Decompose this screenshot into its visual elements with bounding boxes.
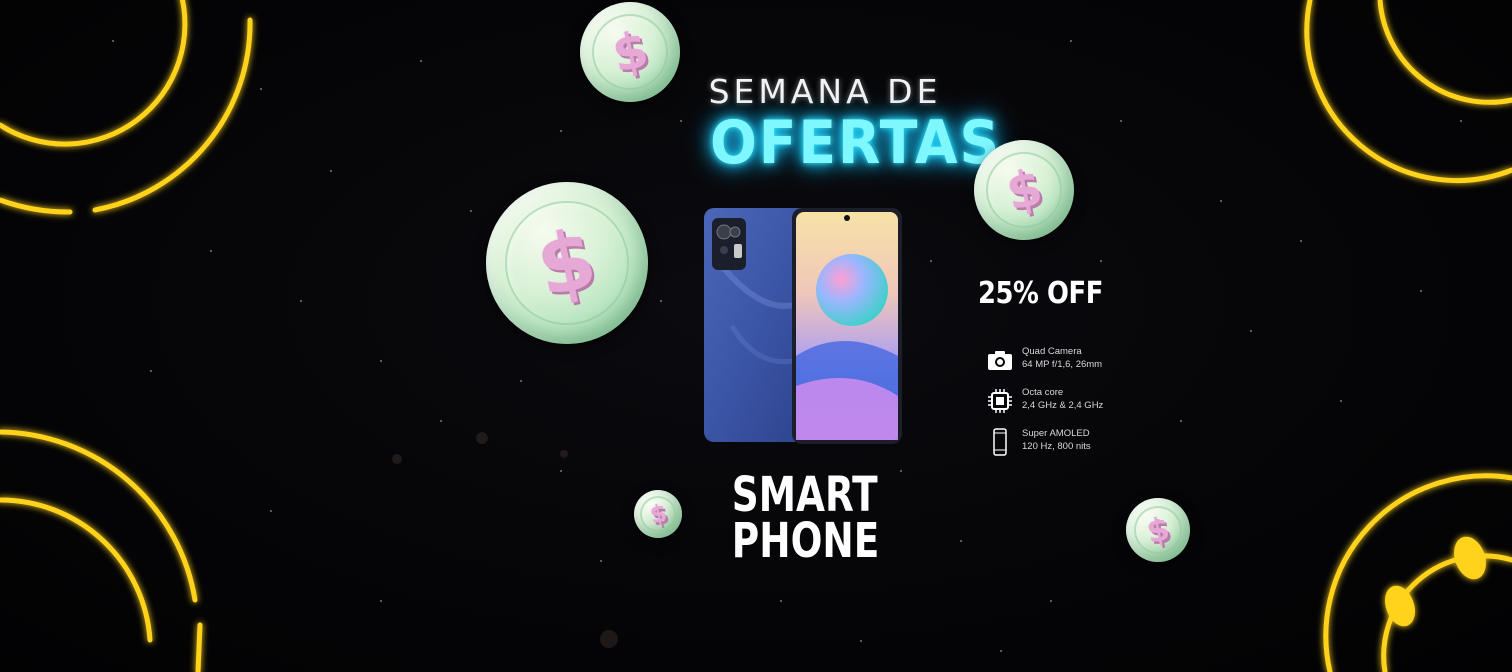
coin-icon: $ [580,2,680,102]
smartphone-outline-icon [993,428,1007,456]
spec-line: 2,4 GHz & 2,4 GHz [1022,400,1104,411]
product-title-line: SMART [731,467,878,523]
coin-icon: $ [974,140,1074,240]
headline-ofertas: OFERTAS [710,108,1002,178]
spec-item-display: Super AMOLED 120 Hz, 800 nits [986,426,1146,467]
spec-item-processor: Octa core 2,4 GHz & 2,4 GHz [986,385,1146,426]
coin-icon: $ [486,182,648,344]
spec-line: 64 MP f/1,6, 26mm [1022,359,1103,370]
product-title: SMART PHONE [731,467,880,569]
discount-label: 25% OFF [978,276,1103,311]
spec-line: 120 Hz, 800 nits [1022,441,1091,452]
headline-semana-de: SEMANA DE [708,72,942,111]
spec-line: Quad Camera [1022,346,1082,357]
spec-item-camera: Quad Camera 64 MP f/1,6, 26mm [986,344,1146,385]
spec-line: Super AMOLED [1022,428,1090,439]
cpu-chip-icon [988,389,1012,413]
spec-list: Quad Camera 64 MP f/1,6, 26mm Octa core … [986,344,1146,467]
coin-icon: $ [1126,498,1190,562]
smartphone-image [704,208,902,444]
coin-icon: $ [634,490,682,538]
spec-line: Octa core [1022,387,1064,398]
product-title-line: PHONE [731,513,880,569]
camera-icon [988,351,1012,370]
